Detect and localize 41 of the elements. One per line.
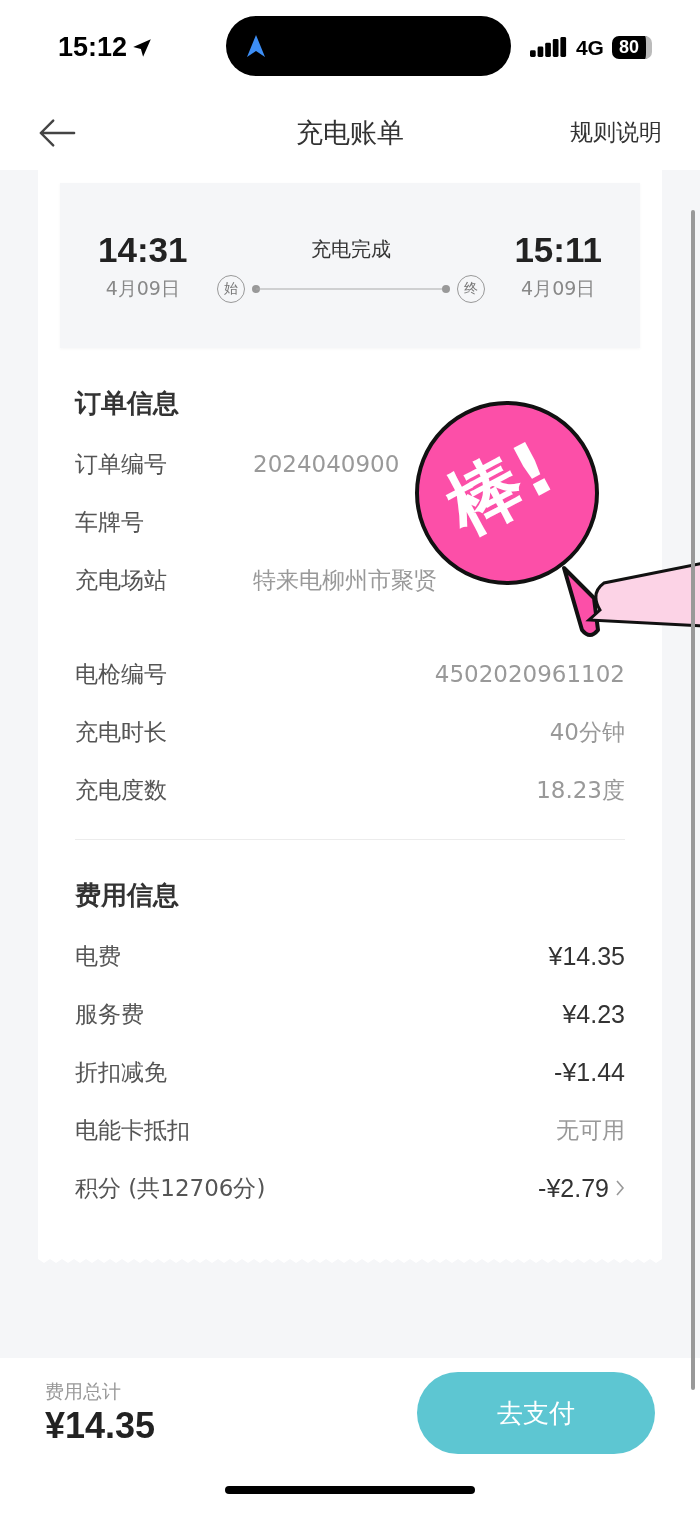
start-time: 14:31 xyxy=(98,229,188,270)
field-value: -¥1.44 xyxy=(554,1057,625,1087)
clock-time: 15:12 xyxy=(58,32,128,63)
location-arrow-icon xyxy=(131,36,154,59)
field-value: -¥2.79 xyxy=(538,1173,609,1203)
field-label: 订单编号 xyxy=(75,449,167,479)
field-label: 折扣减免 xyxy=(75,1057,167,1087)
field-value: 4502020961102 xyxy=(434,661,625,687)
total-label: 费用总计 xyxy=(45,1379,122,1404)
back-arrow-icon[interactable] xyxy=(38,117,76,148)
field-value: 无可用 xyxy=(556,1115,625,1145)
field-label: 服务费 xyxy=(75,999,144,1029)
field-value: 特来电柳州市聚贤 xyxy=(253,566,437,595)
field-label: 充电时长 xyxy=(75,717,167,747)
network-label: 4G xyxy=(575,35,604,60)
field-value: 2024040900 xyxy=(253,451,400,477)
start-date: 4月09日 xyxy=(105,275,180,301)
battery-level: 80 xyxy=(611,36,652,59)
field-label: 电能卡抵扣 xyxy=(75,1115,190,1145)
section-title: 订单信息 xyxy=(75,387,180,420)
total-amount: ¥14.35 xyxy=(45,1405,156,1447)
field-value: 40分钟 xyxy=(549,717,625,747)
section-title: 费用信息 xyxy=(75,879,180,912)
field-label: 充电度数 xyxy=(75,775,167,805)
field-label: 积分 (共12706分) xyxy=(75,1173,266,1203)
field-label: 电费 xyxy=(75,941,121,971)
rules-link[interactable]: 规则说明 xyxy=(570,117,662,148)
field-label: 电枪编号 xyxy=(75,659,167,689)
end-date: 4月09日 xyxy=(521,275,596,301)
field-label: 充电场站 xyxy=(75,566,167,595)
field-value: ¥14.35 xyxy=(548,941,625,971)
signal-icon xyxy=(529,37,568,58)
chevron-right-icon[interactable] xyxy=(615,1179,625,1197)
navigation-arrow-icon xyxy=(246,33,267,58)
sticker-text: 棒! xyxy=(434,429,565,545)
field-label: 车牌号 xyxy=(75,507,144,537)
field-value: 18.23度 xyxy=(536,775,625,805)
page-title: 充电账单 xyxy=(295,115,405,150)
end-time: 15:11 xyxy=(514,229,602,270)
field-value: ¥4.23 xyxy=(562,999,625,1029)
charge-status: 充电完成 xyxy=(310,236,391,263)
